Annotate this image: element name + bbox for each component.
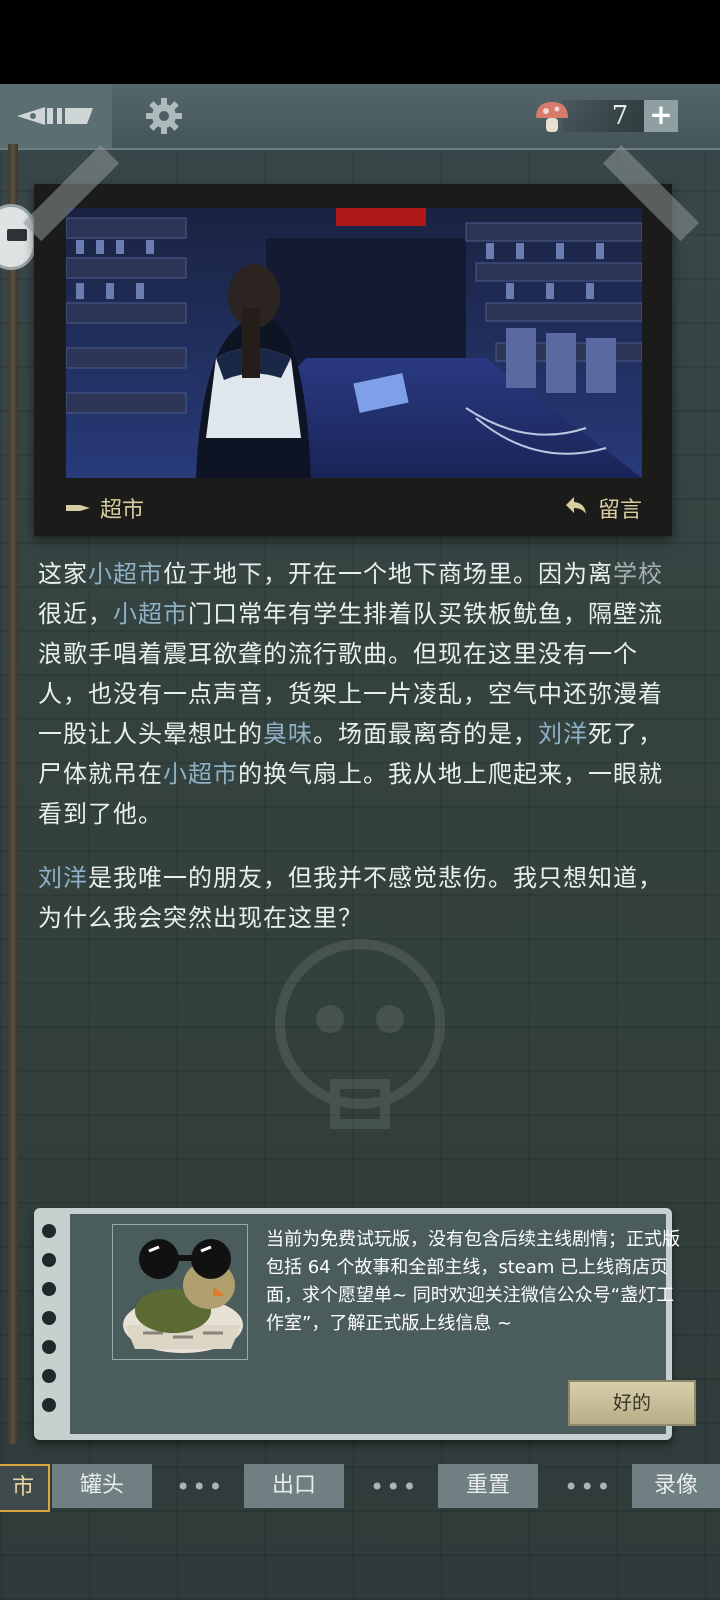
story-keyword: 臭味 xyxy=(263,720,313,748)
scene-card-footer: 超市 留言 xyxy=(66,484,642,528)
turtle-sunglasses-avatar xyxy=(112,1224,248,1360)
pen-logo-icon[interactable] xyxy=(0,84,112,148)
notice-inner: 当前为免费试玩版，没有包含后续主线剧情；正式版包括 64 个故事和全部主线，st… xyxy=(70,1214,696,1434)
mushroom-count: 7 xyxy=(611,101,629,131)
status-bar xyxy=(0,0,720,84)
add-mushroom-button[interactable]: + xyxy=(644,100,678,132)
reply-arrow-icon xyxy=(565,496,588,521)
settings-gear-icon[interactable] xyxy=(142,94,186,138)
story-text-segment: 这家 xyxy=(38,560,88,588)
story-keyword: 小超市 xyxy=(113,600,188,628)
scene-card: 超市 留言 xyxy=(34,184,672,536)
mushroom-icon xyxy=(532,98,576,138)
tab-can[interactable]: 罐头 xyxy=(52,1464,152,1508)
notice-panel: 当前为免费试玩版，没有包含后续主线剧情；正式版包括 64 个故事和全部主线，st… xyxy=(34,1208,696,1440)
nav-dots-2: ••• xyxy=(370,1473,419,1501)
notebook-holes xyxy=(42,1224,58,1434)
left-rail xyxy=(8,144,18,1444)
tab-exit[interactable]: 出口 xyxy=(244,1464,344,1508)
mushroom-counter: 7 + xyxy=(532,98,688,134)
message-label: 留言 xyxy=(597,498,642,523)
tab-reset[interactable]: 重置 xyxy=(438,1464,538,1508)
location-arrow-icon xyxy=(66,496,90,521)
location-link[interactable]: 超市 xyxy=(66,492,144,524)
story-text-segment: 。场面最离奇的是， xyxy=(313,720,538,748)
story-text-segment: 很近， xyxy=(38,600,113,628)
supermarket-scene-image xyxy=(66,208,642,478)
nav-dots-1: ••• xyxy=(176,1473,225,1501)
tab-video[interactable]: 录像 xyxy=(632,1464,720,1508)
story-keyword: 刘洋 xyxy=(538,720,588,748)
game-screen: 7 + 超市 留言 这家小超市位于地下，开在一个地下商场里。因为离学校很近，小超… xyxy=(0,84,720,1600)
story-text: 这家小超市位于地下，开在一个地下商场里。因为离学校很近，小超市门口常年有学生排着… xyxy=(38,554,678,962)
top-bar: 7 + xyxy=(0,84,720,150)
location-label: 超市 xyxy=(100,498,145,523)
leave-message-button[interactable]: 留言 xyxy=(565,492,642,524)
story-keyword: 学校 xyxy=(613,560,663,588)
skull-watermark-icon xyxy=(250,924,470,1144)
story-text-segment: 位于地下，开在一个地下商场里。因为离 xyxy=(163,560,613,588)
bottom-nav: 市 罐头 ••• 出口 ••• 重置 ••• 录像 xyxy=(0,1458,720,1518)
story-keyword: 小超市 xyxy=(163,760,238,788)
story-keyword: 刘洋 xyxy=(38,864,88,892)
notice-text: 当前为免费试玩版，没有包含后续主线剧情；正式版包括 64 个故事和全部主线，st… xyxy=(266,1229,680,1334)
tab-supermarket[interactable]: 市 xyxy=(0,1464,50,1512)
story-text-segment: 是我唯一的朋友，但我并不感觉悲伤。我只想知道，为什么我会突然出现在这里？ xyxy=(38,864,663,932)
story-paragraph-1: 这家小超市位于地下，开在一个地下商场里。因为离学校很近，小超市门口常年有学生排着… xyxy=(38,554,678,834)
story-keyword: 小超市 xyxy=(88,560,163,588)
nav-dots-3: ••• xyxy=(564,1473,613,1501)
ok-button[interactable]: 好的 xyxy=(568,1380,696,1426)
